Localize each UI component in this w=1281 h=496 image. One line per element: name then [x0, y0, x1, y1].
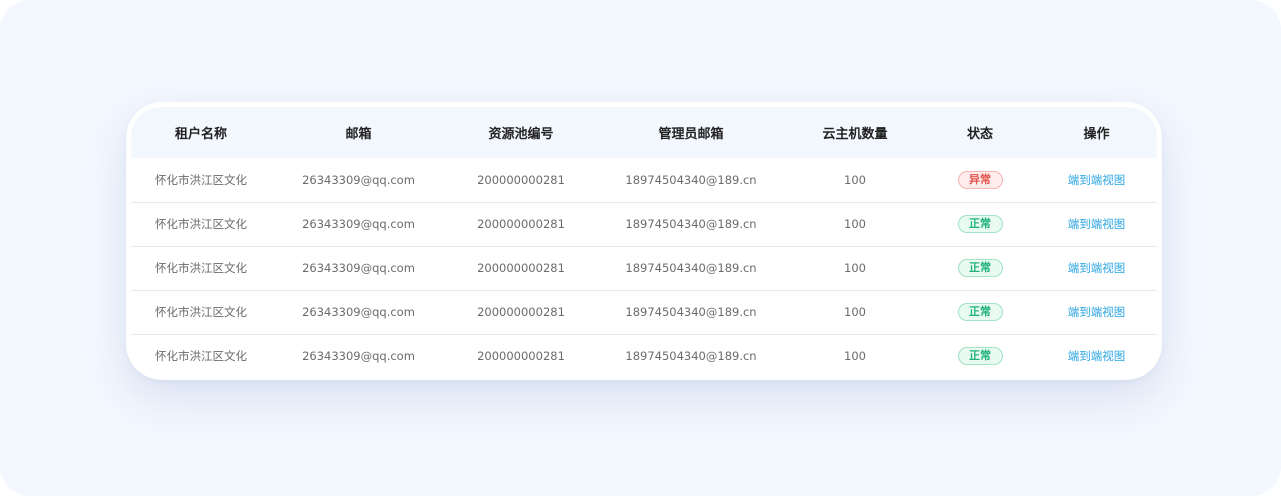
cell-admin-email: 18974504340@189.cn [596, 246, 786, 291]
cell-email: 26343309@qq.com [271, 246, 446, 291]
cell-vm-count: 100 [844, 349, 866, 364]
column-header-email: 邮箱 [345, 127, 372, 142]
cell-email: 26343309@qq.com [302, 349, 415, 364]
column-header-tenant-name: 租户名称 [174, 127, 227, 142]
cell-resource-pool-id: 200000000281 [446, 158, 596, 203]
end-to-end-view-link[interactable]: 端到端视图 [1068, 173, 1126, 187]
cell-status: 正常 [924, 334, 1036, 378]
status-badge: 正常 [957, 215, 1003, 233]
cell-actions: 端到端视图 [1036, 290, 1157, 335]
page-background: 租户名称 邮箱 资源池编号 管理员邮箱 云主机数量 状态 操作 怀化市洪江区文化… [0, 0, 1281, 496]
cell-admin-email: 18974504340@189.cn [596, 290, 786, 335]
cell-actions: 端到端视图 [1036, 246, 1157, 291]
cell-actions: 端到端视图 [1036, 202, 1157, 247]
cell-admin-email: 18974504340@189.cn [596, 202, 786, 247]
cell-status: 正常 [924, 202, 1036, 247]
cell-tenant-name: 怀化市洪江区文化 [131, 202, 271, 247]
cell-email: 26343309@qq.com [271, 158, 446, 203]
cell-actions: 端到端视图 [1036, 334, 1157, 378]
cell-status: 异常 [924, 158, 1036, 203]
table-body: 怀化市洪江区文化 26343309@qq.com 200000000281 18… [131, 158, 1157, 378]
cell-email: 26343309@qq.com [271, 290, 446, 335]
status-badge: 正常 [957, 259, 1003, 277]
cell-admin-email: 18974504340@189.cn [625, 349, 757, 364]
cell-resource-pool-id: 200000000281 [446, 290, 596, 335]
table-row: 怀化市洪江区文化 26343309@qq.com 200000000281 18… [131, 334, 1157, 378]
cell-tenant-name: 怀化市洪江区文化 [131, 158, 271, 203]
cell-status: 正常 [924, 246, 1036, 291]
cell-resource-pool-id: 200000000281 [446, 246, 596, 291]
end-to-end-view-link[interactable]: 端到端视图 [1068, 305, 1126, 319]
table-header: 租户名称 邮箱 资源池编号 管理员邮箱 云主机数量 状态 操作 [131, 107, 1157, 158]
status-badge: 异常 [957, 170, 1003, 189]
column-header-resource-pool-id: 资源池编号 [488, 127, 554, 142]
table-header-row: 租户名称 邮箱 资源池编号 管理员邮箱 云主机数量 状态 操作 [131, 107, 1157, 158]
status-badge: 正常 [957, 303, 1003, 321]
cell-admin-email: 18974504340@189.cn [596, 158, 786, 203]
column-header-status: 状态 [966, 127, 993, 142]
cell-vm-count: 100 [786, 202, 924, 247]
table-row: 怀化市洪江区文化 26343309@qq.com 200000000281 18… [131, 246, 1157, 291]
column-header-actions: 操作 [1083, 127, 1110, 142]
cell-vm-count: 100 [786, 158, 924, 203]
cell-vm-count: 100 [786, 246, 924, 291]
end-to-end-view-link[interactable]: 端到端视图 [1068, 261, 1126, 275]
end-to-end-view-link[interactable]: 端到端视图 [1068, 349, 1126, 363]
cell-vm-count: 100 [786, 290, 924, 335]
table-row: 怀化市洪江区文化 26343309@qq.com 200000000281 18… [131, 202, 1157, 247]
cell-tenant-name: 怀化市洪江区文化 [131, 290, 271, 335]
cell-resource-pool-id: 200000000281 [446, 202, 596, 247]
column-header-admin-email: 管理员邮箱 [658, 127, 724, 142]
status-badge: 正常 [957, 347, 1003, 366]
cell-actions: 端到端视图 [1036, 158, 1157, 203]
tenant-table: 租户名称 邮箱 资源池编号 管理员邮箱 云主机数量 状态 操作 怀化市洪江区文化… [131, 107, 1157, 378]
table-row: 怀化市洪江区文化 26343309@qq.com 200000000281 18… [131, 290, 1157, 335]
cell-tenant-name: 怀化市洪江区文化 [155, 349, 247, 364]
cell-status: 正常 [924, 290, 1036, 335]
cell-resource-pool-id: 200000000281 [477, 349, 565, 364]
cell-email: 26343309@qq.com [271, 202, 446, 247]
column-header-vm-count: 云主机数量 [822, 127, 888, 142]
cell-tenant-name: 怀化市洪江区文化 [131, 246, 271, 291]
table-row: 怀化市洪江区文化 26343309@qq.com 200000000281 18… [131, 158, 1157, 203]
tenant-table-card: 租户名称 邮箱 资源池编号 管理员邮箱 云主机数量 状态 操作 怀化市洪江区文化… [126, 102, 1162, 380]
end-to-end-view-link[interactable]: 端到端视图 [1068, 217, 1126, 231]
